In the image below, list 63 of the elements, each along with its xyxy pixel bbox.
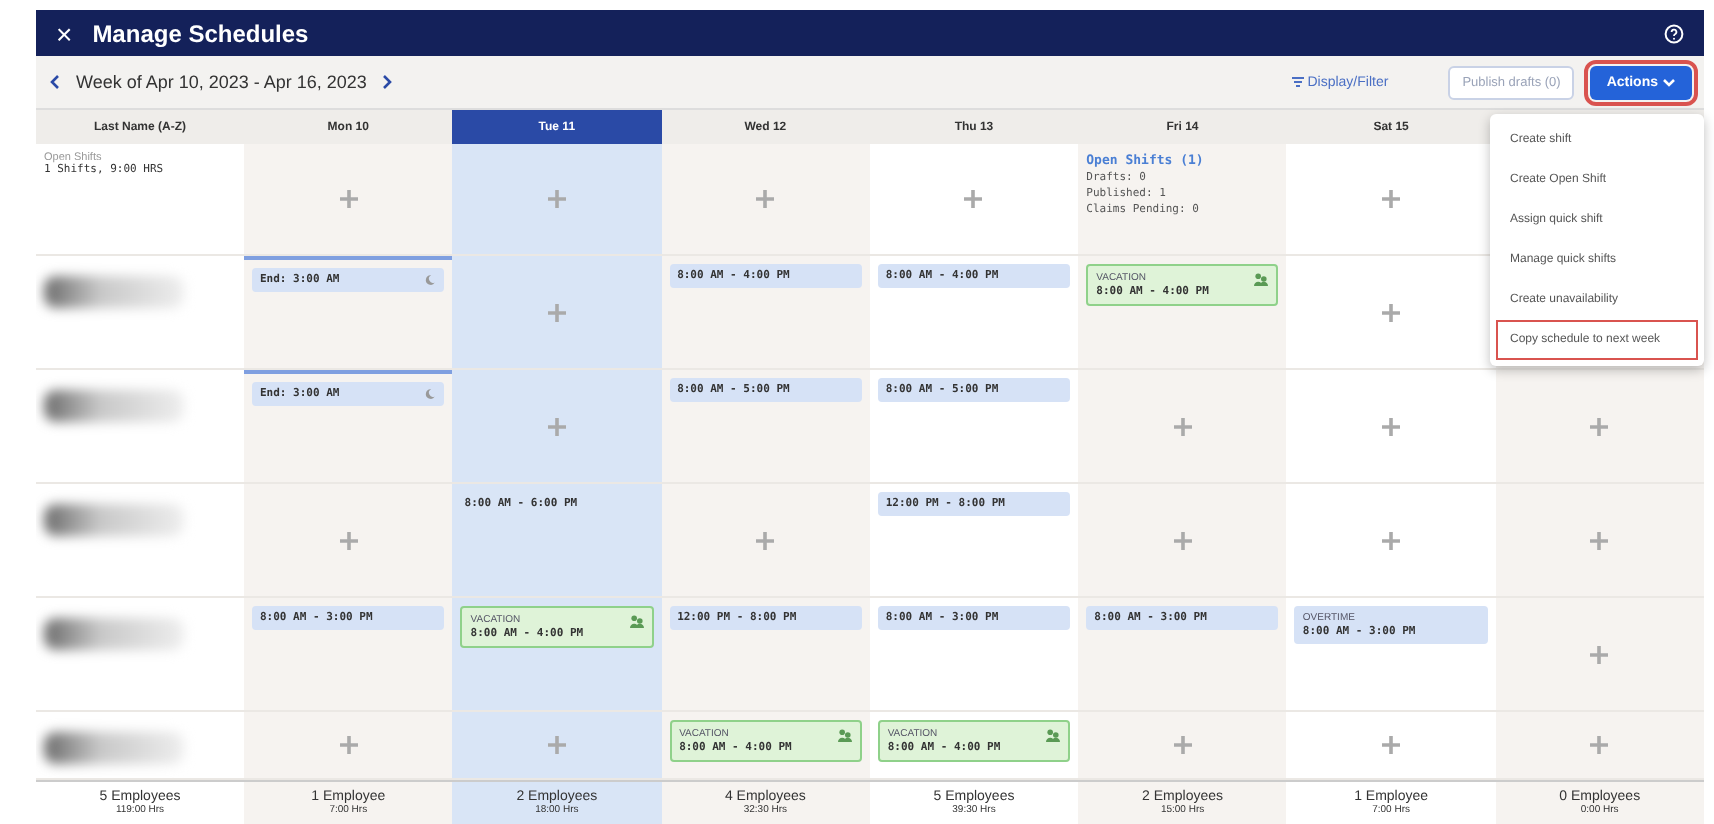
plus-icon (547, 303, 566, 321)
previous-week-button[interactable] (48, 74, 60, 90)
add-shift-button[interactable] (1382, 190, 1401, 208)
add-shift-button[interactable] (1173, 531, 1192, 549)
add-shift-button[interactable] (756, 190, 775, 208)
plus-icon (1382, 531, 1401, 549)
people-icon (1254, 272, 1269, 286)
moon-icon (424, 274, 437, 286)
redacted-name (44, 618, 184, 650)
add-shift-button[interactable] (1173, 417, 1192, 435)
add-shift-button[interactable] (547, 303, 566, 321)
redacted-name (44, 276, 184, 308)
plus-icon (756, 531, 775, 549)
plus-icon (339, 190, 358, 208)
plus-icon (339, 736, 358, 754)
plus-icon (1590, 645, 1609, 663)
plus-icon (547, 736, 566, 754)
plus-icon (1382, 303, 1401, 321)
plus-icon (1590, 736, 1609, 754)
plus-icon (339, 531, 358, 549)
plus-icon (1173, 736, 1192, 754)
chevron-down-icon (1662, 77, 1676, 87)
add-shift-button[interactable] (964, 190, 983, 208)
plus-icon (547, 417, 566, 435)
add-shift-button[interactable] (339, 531, 358, 549)
filter-icon (1291, 76, 1304, 88)
add-shift-button[interactable] (1590, 531, 1609, 549)
add-shift-button[interactable] (756, 531, 775, 549)
plus-icon (1590, 417, 1609, 435)
add-shift-button[interactable] (1173, 736, 1192, 754)
people-icon (629, 614, 644, 628)
plus-icon (1173, 417, 1192, 435)
plus-icon (1382, 190, 1401, 208)
people-icon (1046, 728, 1061, 742)
help-icon[interactable] (1664, 23, 1684, 43)
add-shift-button[interactable] (1382, 303, 1401, 321)
add-shift-button[interactable] (1382, 417, 1401, 435)
add-shift-button[interactable] (1590, 417, 1609, 435)
redacted-name (44, 390, 184, 422)
add-shift-button[interactable] (339, 736, 358, 754)
plus-icon (964, 190, 983, 208)
plus-icon (756, 190, 775, 208)
plus-icon (1590, 531, 1609, 549)
add-shift-button[interactable] (339, 190, 358, 208)
plus-icon (547, 190, 566, 208)
add-shift-button[interactable] (1590, 645, 1609, 663)
add-shift-button[interactable] (547, 190, 566, 208)
next-week-button[interactable] (382, 74, 395, 90)
week-range: Week of Apr 10, 2023 - Apr 16, 2023 (76, 72, 367, 92)
people-icon (837, 728, 852, 742)
plus-icon (1382, 736, 1401, 754)
window-title: Manage Schedules (92, 19, 311, 47)
close-button[interactable]: × (56, 17, 73, 49)
add-shift-button[interactable] (1590, 736, 1609, 754)
moon-icon (424, 388, 437, 400)
redacted-name (44, 732, 184, 764)
redacted-name (44, 504, 184, 536)
add-shift-button[interactable] (1382, 736, 1401, 754)
add-shift-button[interactable] (1382, 531, 1401, 549)
plus-icon (1382, 417, 1401, 435)
add-shift-button[interactable] (547, 736, 566, 754)
plus-icon (1173, 531, 1192, 549)
add-shift-button[interactable] (547, 417, 566, 435)
